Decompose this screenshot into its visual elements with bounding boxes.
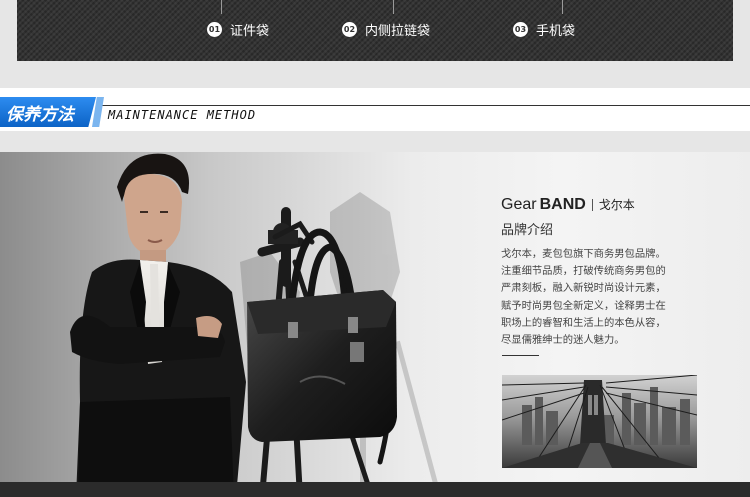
brand-description-line: 注重细节品质，打破传统商务男包的 — [501, 265, 666, 278]
male-model — [70, 153, 246, 497]
feature-number-badge: 01 — [207, 21, 222, 37]
brand-name-bold: BAND — [539, 196, 586, 213]
feature-label: 内侧拉链袋 — [365, 23, 431, 39]
brand-description-line: 严肃刻板，融入新锐时尚设计元素， — [501, 282, 666, 295]
floor — [0, 482, 750, 497]
feature-bar: 01 证件袋 02 内侧拉链袋 03 手机袋 — [17, 0, 733, 61]
brand-name-cn: 戈尔本 — [598, 198, 635, 212]
city-bridge-illustration — [502, 375, 697, 468]
brand-description: 戈尔本，麦包包旗下商务男包品牌。 注重细节品质，打破传统商务男包的 严肃刻板，融… — [501, 246, 701, 349]
feature-item-id-pocket: 01 证件袋 — [207, 18, 269, 40]
section-title-cn: 保养方法 — [0, 97, 96, 127]
brand-description-line: 尽显儒雅绅士的迷人魅力。 — [501, 334, 625, 347]
feature-divider — [221, 0, 222, 14]
feature-label: 手机袋 — [536, 23, 576, 39]
brand-separator — [591, 199, 593, 211]
heading-rule — [100, 105, 750, 106]
heading-spacer — [0, 131, 750, 152]
brand-intro-title: 品牌介绍 — [501, 223, 554, 238]
feature-number-badge: 02 — [342, 21, 357, 37]
feature-number-badge: 03 — [513, 21, 528, 37]
feature-divider — [562, 0, 563, 14]
brand-description-line: 戈尔本，麦包包旗下商务男包品牌。 — [501, 248, 666, 260]
section-title-en: MAINTENANCE METHOD — [108, 108, 257, 122]
feature-item-zip-pocket: 02 内侧拉链袋 — [342, 18, 430, 40]
leather-bag — [247, 290, 397, 442]
city-bridge-photo — [502, 375, 697, 468]
brand-description-line: 赋予时尚男包全新定义，诠释男士在 — [501, 299, 666, 312]
brand-divider — [502, 355, 539, 356]
feature-item-phone-pocket: 03 手机袋 — [513, 18, 575, 40]
brand-description-line: 职场上的睿智和生活上的本色从容， — [501, 316, 666, 329]
feature-divider — [393, 0, 394, 14]
feature-label: 证件袋 — [230, 23, 270, 39]
brand-name-light: Gear — [501, 196, 537, 213]
brand-logo: Gear BAND 戈尔本 — [501, 196, 635, 214]
